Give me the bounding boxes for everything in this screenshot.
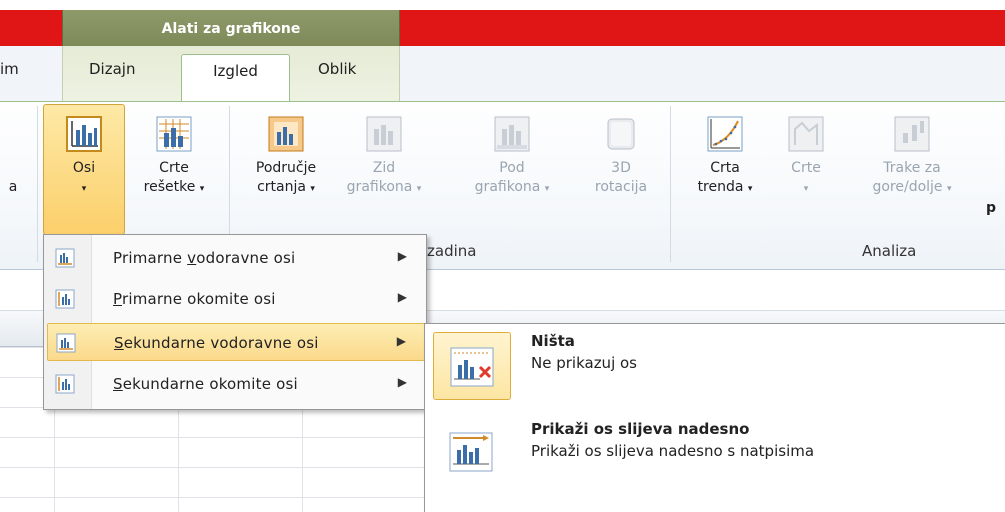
group-label-pozadina: zadina (427, 242, 477, 260)
chart-wall-label-2: grafikona (346, 179, 413, 195)
3d-rotation-label-2: rotacija (594, 179, 648, 195)
menu-item-primary-vertical-axis[interactable]: Primarne okomite osi ▶ (47, 280, 425, 318)
axes-button[interactable]: Osi ▾ (43, 115, 125, 199)
submenu-arrow-icon: ▶ (397, 249, 407, 263)
submenu-arrow-icon: ▶ (396, 334, 406, 348)
gridlines-label-2: rešetke (143, 179, 196, 195)
menu-item-label: Sekundarne vodoravne osi (114, 334, 319, 352)
chevron-down-icon: ▾ (544, 184, 550, 194)
chart-floor-icon (494, 116, 530, 152)
chart-tools-context-header: Alati za grafikone (62, 10, 400, 46)
vertical-axis-icon (55, 289, 75, 309)
chart-floor-label-2: grafikona (474, 179, 541, 195)
plot-area-icon (268, 116, 304, 152)
chart-wall-button[interactable]: Zid grafikona ▾ (336, 115, 432, 199)
submenu-arrow-icon: ▶ (397, 375, 407, 389)
no-axis-icon (450, 347, 494, 387)
lines-icon (788, 116, 824, 152)
submenu-item-title: Prikaži os slijeva nadesno (531, 420, 750, 438)
3d-rotation-label-1: 3D (611, 160, 631, 176)
chevron-down-icon: ▾ (416, 184, 422, 194)
tab-partial[interactable]: im (0, 60, 19, 78)
plot-area-label-1: Područje (255, 160, 317, 176)
chevron-down-icon: ▾ (199, 184, 205, 194)
partial-right-button-label[interactable]: p (986, 199, 1005, 218)
chart-floor-label-1: Pod (499, 160, 525, 176)
submenu-item-description: Prikaži os slijeva nadesno s natpisima (531, 442, 815, 460)
3d-rotation-icon (607, 118, 635, 150)
chevron-down-icon: ▾ (81, 184, 87, 194)
submenu-item-none[interactable]: Ništa Ne prikazuj os (429, 324, 989, 404)
tab-dizajn[interactable]: Dizajn (89, 60, 135, 78)
gridlines-label-1: Crte (159, 160, 189, 176)
chart-floor-button[interactable]: Pod grafikona ▾ (463, 115, 561, 199)
up-down-bars-label-1: Trake za (883, 160, 941, 176)
menu-item-label: Sekundarne okomite osi (113, 375, 298, 393)
group-separator (670, 106, 671, 262)
chart-wall-icon (366, 116, 402, 152)
trendline-button[interactable]: Crta trenda ▾ (684, 115, 766, 199)
vertical-axis-icon (55, 374, 75, 394)
chart-wall-label-1: Zid (372, 160, 396, 176)
menu-item-primary-horizontal-axis[interactable]: Primarne vodoravne osi ▶ (47, 239, 425, 277)
lines-label: Crte (791, 160, 821, 176)
axes-button-label: Osi (72, 160, 96, 176)
up-down-bars-icon (894, 116, 930, 152)
plot-area-label-2: crtanja (257, 179, 306, 195)
secondary-horizontal-axis-submenu: Ništa Ne prikazuj os Prikaži os slijeva … (424, 323, 1005, 512)
submenu-icon-frame (433, 332, 511, 400)
gridlines-button[interactable]: Crte rešetke ▾ (128, 115, 220, 199)
up-down-bars-button[interactable]: Trake za gore/dolje ▾ (860, 115, 964, 199)
trendline-label-2: trenda (697, 179, 744, 195)
tab-oblik[interactable]: Oblik (318, 60, 356, 78)
axes-menu: Primarne vodoravne osi ▶ Primarne okomit… (43, 234, 427, 410)
axis-left-to-right-icon (449, 432, 493, 472)
tab-izgled[interactable]: Izgled (181, 54, 290, 104)
lines-button[interactable]: Crte ▾ (776, 115, 836, 199)
menu-item-secondary-horizontal-axis[interactable]: Sekundarne vodoravne osi ▶ (47, 323, 425, 361)
3d-rotation-button[interactable]: 3D rotacija (580, 115, 662, 197)
chevron-down-icon: ▾ (803, 184, 809, 194)
partial-left-button-label[interactable]: a (6, 178, 20, 197)
horizontal-axis-icon (56, 333, 76, 353)
chevron-down-icon: ▾ (747, 184, 753, 194)
submenu-item-show-left-to-right[interactable]: Prikaži os slijeva nadesno Prikaži os sl… (429, 412, 989, 492)
submenu-item-description: Ne prikazuj os (531, 354, 637, 372)
up-down-bars-label-2: gore/dolje (872, 179, 943, 195)
submenu-icon-frame (433, 420, 511, 488)
menu-item-label: Primarne okomite osi (113, 290, 276, 308)
submenu-item-title: Ništa (531, 332, 575, 350)
chevron-down-icon: ▾ (947, 184, 952, 194)
trendline-label-1: Crta (710, 160, 740, 176)
horizontal-axis-icon (55, 248, 75, 268)
axes-icon (66, 116, 102, 152)
trendline-icon (707, 116, 743, 152)
submenu-arrow-icon: ▶ (397, 290, 407, 304)
gridlines-icon (156, 116, 192, 152)
group-label-analiza: Analiza (862, 242, 917, 260)
group-separator (37, 106, 38, 262)
menu-item-secondary-vertical-axis[interactable]: Sekundarne okomite osi ▶ (47, 365, 425, 403)
menu-item-label: Primarne vodoravne osi (113, 249, 296, 267)
plot-area-button[interactable]: Područje crtanja ▾ (238, 115, 334, 199)
chevron-down-icon: ▾ (310, 184, 315, 194)
